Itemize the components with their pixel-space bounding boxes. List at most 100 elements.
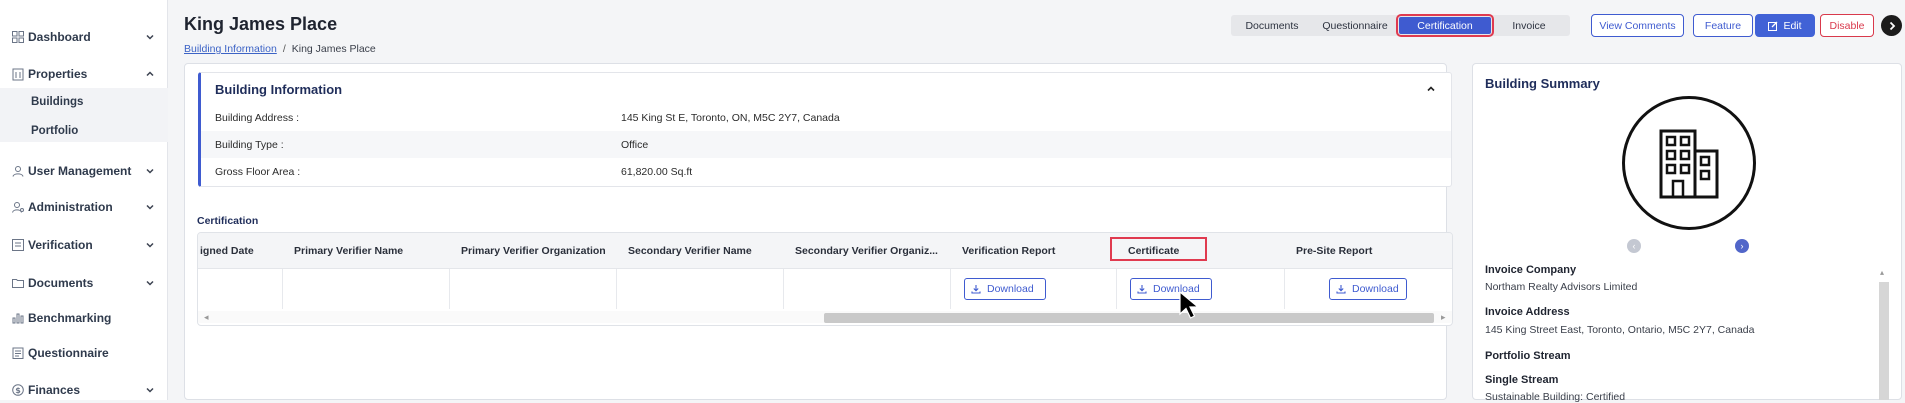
download-icon xyxy=(1336,284,1346,294)
dollar-icon: $ xyxy=(11,384,24,397)
single-stream-label: Single Stream xyxy=(1485,374,1559,386)
sidebar: Dashboard Properties Buildings Portfolio… xyxy=(0,0,168,400)
scroll-up-icon[interactable]: ▴ xyxy=(1880,268,1884,277)
sidebar-item-label: Benchmarking xyxy=(28,311,112,325)
certificate-highlight-box xyxy=(1110,237,1207,261)
scrollbar-thumb[interactable] xyxy=(824,313,1434,323)
edit-icon xyxy=(1768,21,1778,31)
sidebar-item-label: User Management xyxy=(28,164,132,178)
sidebar-item-label: Finances xyxy=(28,383,81,397)
user-icon xyxy=(11,165,24,178)
chevron-up-icon xyxy=(144,68,156,80)
properties-submenu xyxy=(0,88,168,142)
breadcrumb-separator: / xyxy=(282,43,286,55)
info-key: Building Address : xyxy=(215,112,300,124)
sidebar-item-label: Questionnaire xyxy=(28,346,109,360)
breadcrumb-link[interactable]: Building Information xyxy=(184,43,277,55)
invoice-address-value: 145 King Street East, Toronto, Ontario, … xyxy=(1485,324,1755,336)
download-pre-site-report-button[interactable]: Download xyxy=(1329,278,1407,300)
table-header: igned Date Primary Verifier Name Primary… xyxy=(198,233,1452,269)
sidebar-item-user-management[interactable]: User Management xyxy=(0,159,168,183)
portfolio-stream-label: Portfolio Stream xyxy=(1485,350,1571,362)
column-header: Primary Verifier Organization xyxy=(461,245,606,257)
sidebar-item-dashboard[interactable]: Dashboard xyxy=(0,25,168,49)
view-comments-button[interactable]: View Comments xyxy=(1591,14,1684,37)
tab-questionnaire[interactable]: Questionnaire xyxy=(1311,17,1399,34)
carousel-prev-button[interactable]: ‹ xyxy=(1627,239,1641,253)
breadcrumb: Building Information / King James Place xyxy=(184,43,376,55)
column-header: Pre-Site Report xyxy=(1296,245,1373,257)
column-divider xyxy=(616,269,617,309)
invoice-company-label: Invoice Company xyxy=(1485,264,1577,276)
download-verification-report-button[interactable]: Download xyxy=(964,278,1046,300)
single-stream-value: Sustainable Building: Certified xyxy=(1485,391,1626,403)
info-row-address: Building Address : 145 King St E, Toront… xyxy=(201,104,1451,131)
scrollbar-thumb[interactable] xyxy=(1879,282,1889,400)
column-divider xyxy=(1284,269,1285,309)
column-header: Primary Verifier Name xyxy=(294,245,404,257)
column-header: Secondary Verifier Name xyxy=(628,245,752,257)
mouse-cursor-icon xyxy=(1178,290,1206,322)
chevron-down-icon xyxy=(144,384,156,396)
building-image xyxy=(1622,96,1756,230)
tab-documents[interactable]: Documents xyxy=(1233,17,1311,34)
scroll-left-icon[interactable]: ◂ xyxy=(204,312,209,323)
sidebar-item-label: Properties xyxy=(28,67,88,81)
admin-icon xyxy=(11,201,24,214)
column-header: igned Date xyxy=(200,245,254,257)
table-row xyxy=(198,269,1452,309)
chevron-down-icon xyxy=(144,239,156,251)
info-value: 145 King St E, Toronto, ON, M5C 2Y7, Can… xyxy=(621,112,840,124)
tab-invoice[interactable]: Invoice xyxy=(1491,17,1567,34)
building-icon xyxy=(11,68,24,81)
column-header: Secondary Verifier Organiz... xyxy=(795,245,938,257)
edit-button[interactable]: Edit xyxy=(1755,14,1815,37)
chevron-right-icon: › xyxy=(1740,241,1744,251)
summary-scrollbar[interactable]: ▴ xyxy=(1877,268,1890,400)
certification-section-label: Certification xyxy=(197,215,259,227)
download-icon xyxy=(1137,284,1147,294)
chevron-right-icon xyxy=(1887,21,1897,31)
sidebar-item-label: Documents xyxy=(28,276,94,290)
page-title: King James Place xyxy=(184,14,338,34)
column-divider xyxy=(1116,269,1117,309)
horizontal-scrollbar[interactable]: ◂ ▸ xyxy=(198,311,1452,323)
column-divider xyxy=(783,269,784,309)
scroll-right-icon[interactable]: ▸ xyxy=(1441,312,1446,323)
disable-button[interactable]: Disable xyxy=(1820,14,1874,37)
info-key: Gross Floor Area : xyxy=(215,166,301,178)
grid-icon xyxy=(11,31,24,44)
info-row-floor-area: Gross Floor Area : 61,820.00 Sq.ft xyxy=(201,158,1451,185)
download-icon xyxy=(971,284,981,294)
next-arrow-button[interactable] xyxy=(1881,15,1902,36)
column-divider xyxy=(282,269,283,309)
sidebar-item-properties[interactable]: Properties xyxy=(0,62,168,86)
sidebar-item-label: Verification xyxy=(28,238,93,252)
tab-certification[interactable]: Certification xyxy=(1396,14,1494,37)
info-value: Office xyxy=(621,139,649,151)
clipboard-icon xyxy=(11,347,24,360)
chevron-down-icon xyxy=(144,165,156,177)
invoice-address-label: Invoice Address xyxy=(1485,306,1570,318)
sidebar-item-benchmarking[interactable]: Benchmarking xyxy=(0,306,168,330)
tab-bar: Documents Questionnaire Certification In… xyxy=(1231,14,1570,37)
sidebar-item-label: Dashboard xyxy=(28,30,91,44)
download-label: Download xyxy=(1352,283,1399,295)
info-key: Building Type : xyxy=(215,139,284,151)
sidebar-subitem-buildings[interactable]: Buildings xyxy=(31,96,83,108)
sidebar-item-administration[interactable]: Administration xyxy=(0,195,168,219)
breadcrumb-current: King James Place xyxy=(291,43,376,55)
column-divider xyxy=(950,269,951,309)
sidebar-item-documents[interactable]: Documents xyxy=(0,271,168,295)
chevron-up-icon[interactable] xyxy=(1425,82,1437,94)
sidebar-item-questionnaire[interactable]: Questionnaire xyxy=(0,341,168,365)
feature-button[interactable]: Feature xyxy=(1693,14,1753,37)
certification-table: igned Date Primary Verifier Name Primary… xyxy=(197,232,1453,326)
sidebar-item-verification[interactable]: Verification xyxy=(0,233,168,257)
sidebar-subitem-portfolio[interactable]: Portfolio xyxy=(31,125,78,137)
sidebar-item-finances[interactable]: $ Finances xyxy=(0,378,168,402)
carousel-next-button[interactable]: › xyxy=(1735,239,1749,253)
sidebar-item-label: Administration xyxy=(28,200,113,214)
download-label: Download xyxy=(987,283,1034,295)
chevron-down-icon xyxy=(144,277,156,289)
